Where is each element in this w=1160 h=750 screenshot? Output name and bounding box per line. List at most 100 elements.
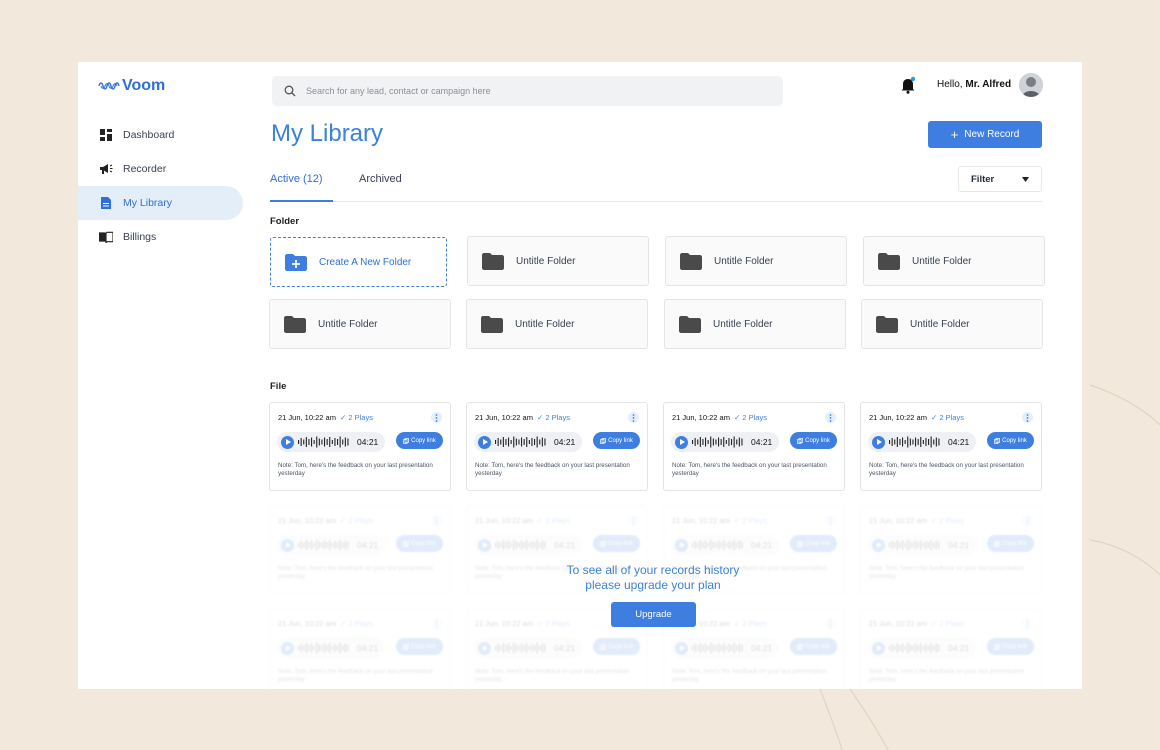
copy-link-button[interactable]: Copy link <box>593 638 640 655</box>
avatar[interactable] <box>1019 73 1043 97</box>
copy-link-button[interactable]: Copy link <box>593 535 640 552</box>
more-options-icon[interactable] <box>825 515 836 526</box>
file-card[interactable]: 21 Jun, 10:22 am ✓ 2 Plays 04:21 Copy link N… <box>860 608 1042 689</box>
play-icon[interactable] <box>675 641 688 655</box>
play-icon[interactable] <box>478 538 491 552</box>
waveform-icon <box>298 539 349 551</box>
waveform-icon <box>298 642 349 654</box>
audio-player: 04:21 <box>277 535 385 555</box>
folder-item[interactable]: Untitle Folder <box>665 236 847 286</box>
plays-label: 2 Plays <box>348 619 373 628</box>
copy-link-label: Copy link <box>411 643 436 650</box>
caret-down-icon <box>1022 176 1029 182</box>
more-options-icon[interactable] <box>1022 412 1033 423</box>
filter-dropdown[interactable]: Filter <box>958 166 1042 192</box>
play-icon[interactable] <box>478 641 491 655</box>
upgrade-button[interactable]: Upgrade <box>611 602 696 627</box>
tab-archived[interactable]: Archived <box>359 173 402 185</box>
file-date: 21 Jun, 10:22 am <box>278 516 336 525</box>
folder-icon <box>482 252 504 270</box>
file-card[interactable]: 21 Jun, 10:22 am ✓ 2 Plays 04:21 Copy link N… <box>269 505 451 594</box>
play-icon[interactable] <box>281 641 294 655</box>
copy-icon <box>994 540 1001 547</box>
folder-name: Untitle Folder <box>318 318 378 330</box>
copy-link-button[interactable]: Copy link <box>396 535 443 552</box>
play-icon[interactable] <box>872 435 885 449</box>
more-options-icon[interactable] <box>628 412 639 423</box>
copy-link-button[interactable]: Copy link <box>790 535 837 552</box>
create-folder-label: Create A New Folder <box>319 256 412 268</box>
file-card[interactable]: 21 Jun, 10:22 am ✓ 2 Plays 04:21 Copy link N… <box>269 608 451 689</box>
play-icon[interactable] <box>281 538 294 552</box>
tab-active[interactable]: Active (12) <box>270 173 323 185</box>
sidebar-item-my-library[interactable]: My Library <box>78 186 243 220</box>
file-note: Note: Tom, here's the feedback on your l… <box>672 668 827 684</box>
more-options-icon[interactable] <box>431 618 442 629</box>
more-options-icon[interactable] <box>825 618 836 629</box>
folder-name: Untitle Folder <box>912 255 972 267</box>
folder-item[interactable]: Untitle Folder <box>664 299 846 349</box>
file-note: Note: Tom, here's the feedback on your l… <box>278 668 433 684</box>
search-icon <box>284 85 296 97</box>
logo[interactable]: Voom <box>98 77 165 95</box>
folder-item[interactable]: Untitle Folder <box>269 299 451 349</box>
search-input[interactable] <box>306 86 746 96</box>
copy-link-label: Copy link <box>805 643 830 650</box>
sidebar-item-label: My Library <box>123 197 173 209</box>
audio-player: 04:21 <box>868 638 976 658</box>
more-options-icon[interactable] <box>431 515 442 526</box>
sidebar-item-recorder[interactable]: Recorder <box>78 152 243 186</box>
file-card[interactable]: 21 Jun, 10:22 am ✓ 2 Plays 04:21 Copy link N… <box>663 402 845 491</box>
waveform-icon <box>889 539 940 551</box>
folder-icon <box>481 315 503 333</box>
search-bar[interactable] <box>272 76 783 106</box>
file-note: Note: Tom, here's the feedback on your l… <box>278 565 433 581</box>
folder-item[interactable]: Untitle Folder <box>863 236 1045 286</box>
plays-count: ✓ 2 Plays <box>931 619 964 628</box>
file-note: Note: Tom, here's the feedback on your l… <box>869 462 1024 478</box>
copy-link-button[interactable]: Copy link <box>790 638 837 655</box>
notification-bell-icon[interactable] <box>900 76 916 94</box>
folder-item[interactable]: Untitle Folder <box>861 299 1043 349</box>
copy-link-button[interactable]: Copy link <box>593 432 640 449</box>
play-icon[interactable] <box>872 538 885 552</box>
copy-link-button[interactable]: Copy link <box>790 432 837 449</box>
play-icon[interactable] <box>675 538 688 552</box>
greeting-prefix: Hello, <box>937 79 963 90</box>
more-options-icon[interactable] <box>825 412 836 423</box>
play-icon[interactable] <box>675 435 688 449</box>
new-record-button[interactable]: + New Record <box>928 121 1042 148</box>
more-options-icon[interactable] <box>628 515 639 526</box>
more-options-icon[interactable] <box>431 412 442 423</box>
more-options-icon[interactable] <box>1022 618 1033 629</box>
waveform-icon <box>889 436 940 448</box>
more-options-icon[interactable] <box>1022 515 1033 526</box>
copy-link-button[interactable]: Copy link <box>987 432 1034 449</box>
create-folder-button[interactable]: Create A New Folder <box>270 237 447 287</box>
copy-icon <box>994 643 1001 650</box>
folder-item[interactable]: Untitle Folder <box>466 299 648 349</box>
waveform-icon <box>889 642 940 654</box>
plays-count: ✓ 2 Plays <box>340 619 373 628</box>
plus-icon: + <box>950 127 959 142</box>
sidebar-item-billings[interactable]: Billings <box>78 220 243 254</box>
sidebar-item-dashboard[interactable]: Dashboard <box>78 118 243 152</box>
file-card[interactable]: 21 Jun, 10:22 am ✓ 2 Plays 04:21 Copy link N… <box>860 402 1042 491</box>
copy-link-button[interactable]: Copy link <box>987 638 1034 655</box>
file-card[interactable]: 21 Jun, 10:22 am ✓ 2 Plays 04:21 Copy link N… <box>466 402 648 491</box>
copy-link-label: Copy link <box>608 643 633 650</box>
file-card[interactable]: 21 Jun, 10:22 am ✓ 2 Plays 04:21 Copy link N… <box>860 505 1042 594</box>
plays-label: 2 Plays <box>545 516 570 525</box>
play-icon[interactable] <box>281 435 294 449</box>
play-icon[interactable] <box>478 435 491 449</box>
play-icon[interactable] <box>872 641 885 655</box>
folder-item[interactable]: Untitle Folder <box>467 236 649 286</box>
copy-link-button[interactable]: Copy link <box>987 535 1034 552</box>
file-meta: 21 Jun, 10:22 am ✓ 2 Plays <box>475 516 570 525</box>
file-card[interactable]: 21 Jun, 10:22 am ✓ 2 Plays 04:21 Copy link N… <box>269 402 451 491</box>
audio-duration: 04:21 <box>357 437 379 447</box>
copy-icon <box>797 437 804 444</box>
copy-link-button[interactable]: Copy link <box>396 638 443 655</box>
copy-link-button[interactable]: Copy link <box>396 432 443 449</box>
audio-player: 04:21 <box>671 638 779 658</box>
